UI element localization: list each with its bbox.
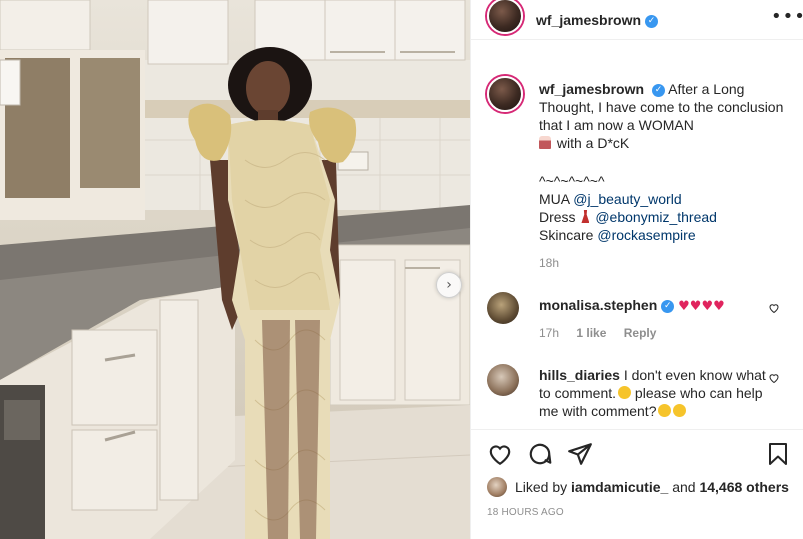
instagram-post-modal: › wf_jamesbrown ✓ ••• wf_jamesbrown ✓ Afte… — [0, 0, 803, 539]
laughing-emoji-icon — [618, 386, 632, 399]
liked-by-prefix: Liked by — [515, 479, 568, 495]
caption-author-avatar[interactable] — [487, 76, 523, 112]
caption-username[interactable]: wf_jamesbrown — [539, 81, 644, 97]
commenter-username[interactable]: monalisa.stephen — [539, 297, 657, 313]
likes-summary: Liked by iamdamicutie_ and 14,468 others — [487, 476, 789, 498]
reply-button[interactable]: Reply — [624, 326, 657, 340]
dress-emoji-icon — [581, 210, 590, 223]
post-actions-bar: Liked by iamdamicutie_ and 14,468 others… — [471, 429, 803, 539]
author-avatar[interactable] — [487, 0, 523, 34]
comment-item: monalisa.stephen ✓ ♥♥♥♥ 17h 1 like Reply — [487, 292, 787, 352]
comment-text: ♥♥♥♥ — [678, 299, 725, 314]
verified-badge-icon: ✓ — [652, 83, 666, 97]
more-options-icon[interactable]: ••• — [771, 6, 803, 27]
dress-mention-link[interactable]: @ebonymiz_thread — [595, 209, 717, 225]
comment-time[interactable]: 17h — [539, 326, 559, 340]
chevron-right-icon: › — [446, 277, 452, 293]
liked-by-user-link[interactable]: iamdamicutie_ — [571, 479, 668, 495]
caption-timestamp[interactable]: 18h — [539, 256, 559, 270]
post-date[interactable]: 18 HOURS AGO — [487, 507, 564, 518]
likes-count-link[interactable]: 14,468 others — [699, 479, 789, 495]
small-heart-icon[interactable] — [768, 372, 780, 384]
post-caption: wf_jamesbrown ✓ After a Long Thought, I h… — [539, 80, 791, 244]
post-photo[interactable]: › — [0, 0, 470, 539]
commenter-avatar[interactable] — [487, 364, 519, 396]
bookmark-icon[interactable] — [766, 441, 790, 467]
caption-tildes: ^~^~^~^~^ — [539, 173, 605, 189]
liked-by-and: and — [672, 479, 696, 495]
heart-outline-icon[interactable] — [487, 441, 513, 467]
verified-badge-icon: ✓ — [661, 299, 675, 313]
mua-label: MUA — [539, 191, 570, 207]
paper-plane-icon[interactable] — [567, 441, 593, 467]
liker-avatar[interactable] — [487, 477, 507, 497]
laughing-emoji-icon — [673, 404, 687, 417]
small-heart-icon[interactable] — [768, 302, 780, 314]
post-side-panel: wf_jamesbrown ✓ ••• wf_jamesbrown ✓ After … — [470, 0, 803, 539]
comment-bubble-icon[interactable] — [527, 441, 553, 467]
caption-text-2: with a D*cK — [556, 135, 630, 151]
laughing-emoji-icon — [658, 404, 672, 417]
comment-likes[interactable]: 1 like — [576, 326, 606, 340]
mua-mention-link[interactable]: @j_beauty_world — [573, 191, 681, 207]
dress-label: Dress — [539, 209, 576, 225]
skincare-label: Skincare — [539, 227, 594, 243]
skincare-mention-link[interactable]: @rockasempire — [597, 227, 695, 243]
post-header: wf_jamesbrown ✓ ••• — [471, 0, 803, 40]
emoji-icon — [539, 136, 551, 149]
author-username-row: wf_jamesbrown ✓ — [536, 12, 659, 28]
commenter-username[interactable]: hills_diaries — [539, 367, 620, 383]
verified-badge-icon: ✓ — [645, 14, 659, 28]
author-username[interactable]: wf_jamesbrown — [536, 12, 641, 28]
comment-item: hills_diaries I don't even know what to … — [487, 364, 787, 428]
kitchen-photo-illustration — [0, 0, 470, 539]
commenter-avatar[interactable] — [487, 292, 519, 324]
next-photo-button[interactable]: › — [436, 272, 462, 298]
